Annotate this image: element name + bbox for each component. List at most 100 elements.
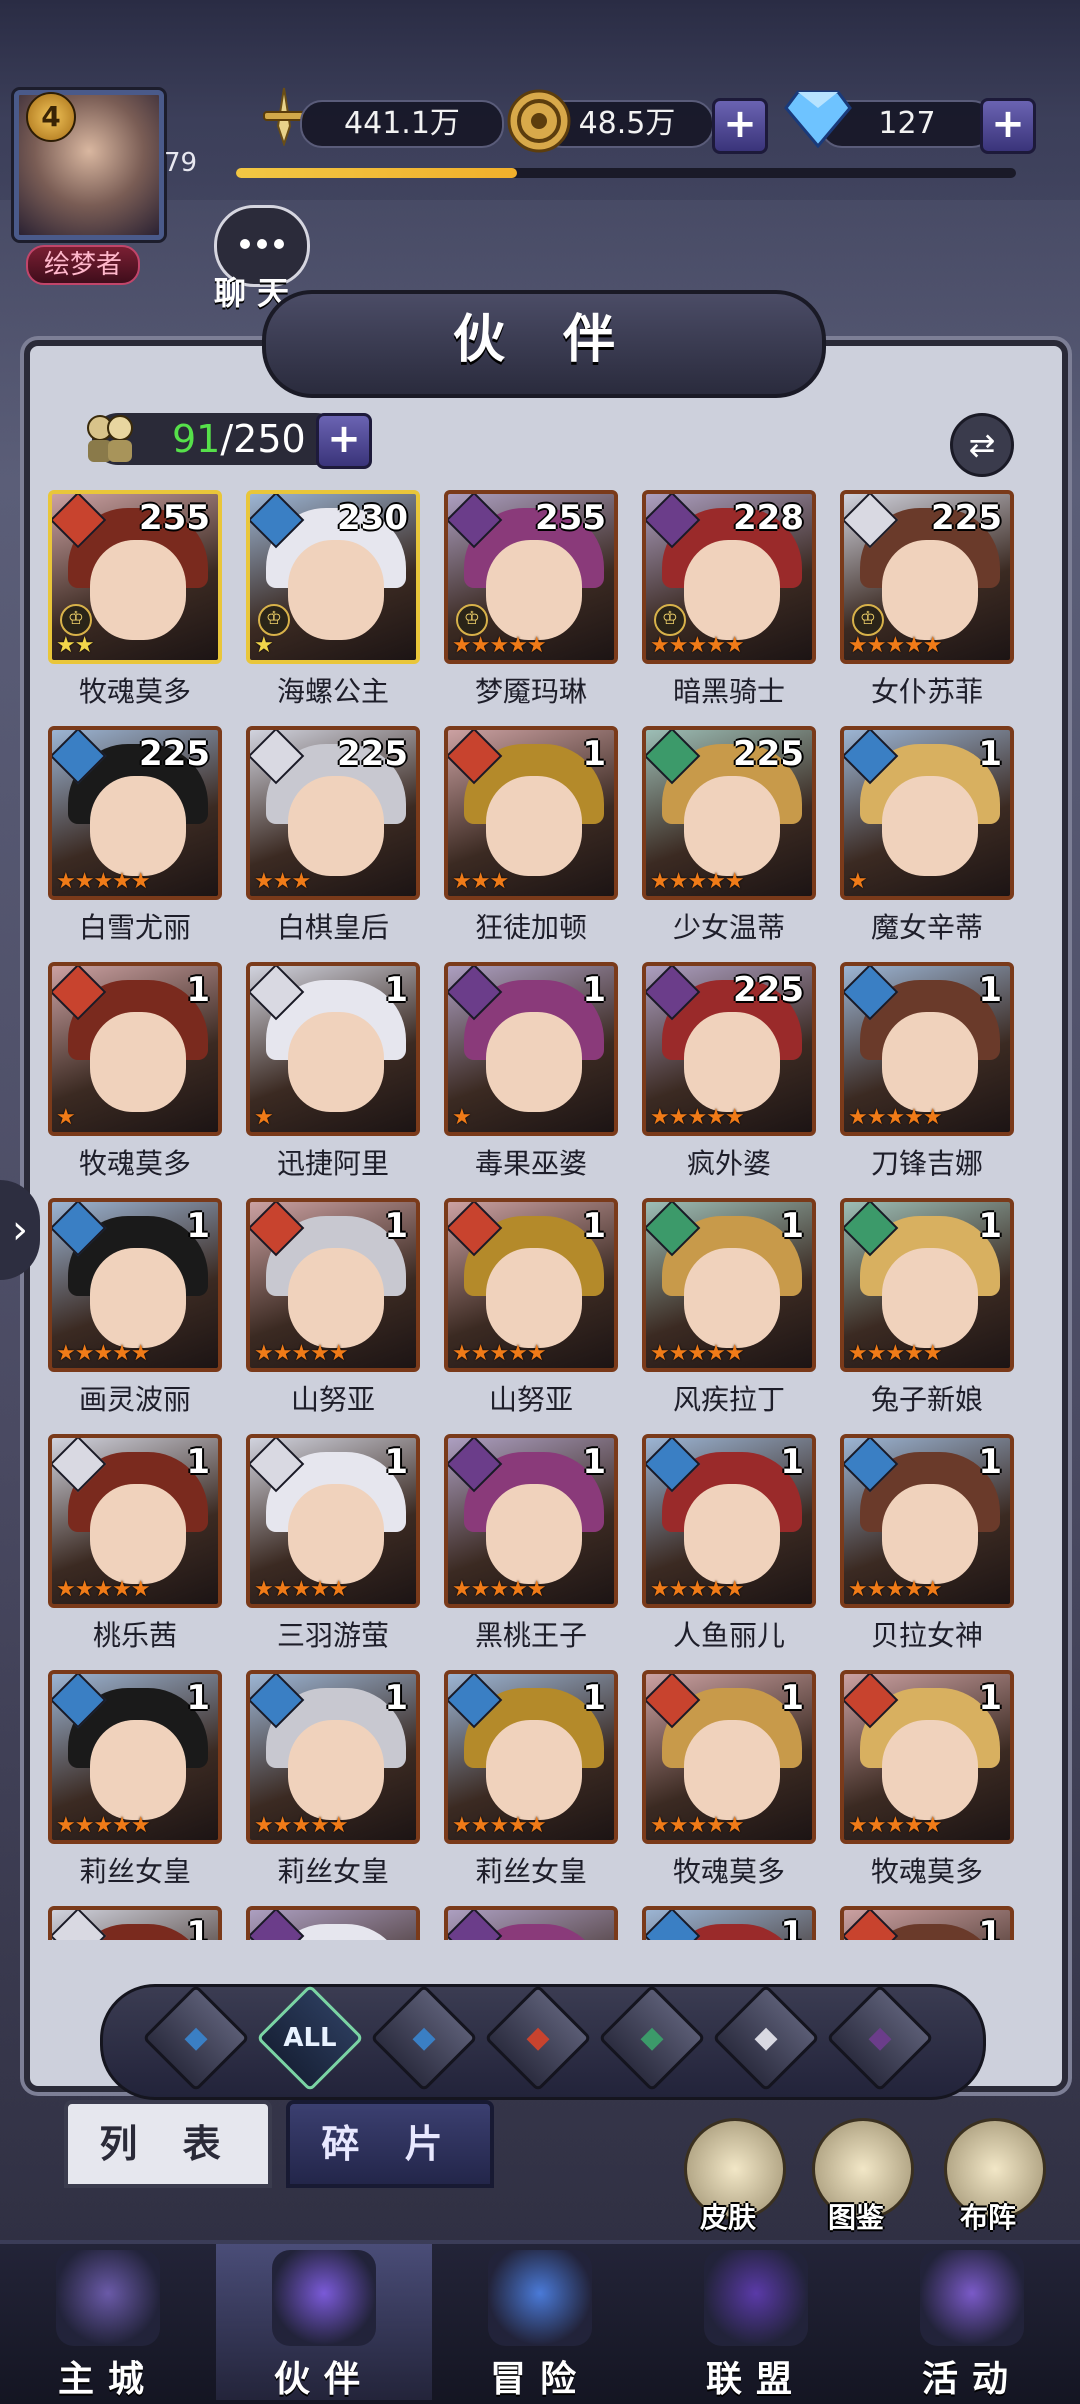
hero-card[interactable]: 1 ★★★★★ 山努亚 [444, 1198, 618, 1426]
hero-portrait: 1 ★★★★★ [48, 1198, 222, 1372]
hero-name: 莉丝女皇 [474, 1855, 587, 1888]
hero-card[interactable]: 1 ★★★★★ 三羽游萤 [246, 1434, 420, 1662]
tide-icon-glyph: ◆ [184, 2020, 208, 2055]
hero-name: 白雪尤丽 [78, 911, 191, 944]
hero-level: 1 [582, 1678, 606, 1718]
tab-list[interactable]: 列 表 [64, 2100, 272, 2188]
hero-card[interactable]: 1 [642, 1906, 816, 1940]
hero-level: 225 [139, 734, 210, 774]
hero-card[interactable]: 1 ★★★★★ 山努亚 [246, 1198, 420, 1426]
nav-alliance[interactable]: 联盟 [648, 2244, 864, 2400]
hero-card[interactable]: 230 ♔ ★ 海螺公主 [246, 490, 420, 718]
tab-fragments[interactable]: 碎 片 [286, 2100, 494, 2188]
hero-portrait: 1 ★★★★★ [444, 1434, 618, 1608]
hero-card[interactable]: 1 ★ 毒果巫婆 [444, 962, 618, 1190]
hero-face-art [486, 540, 582, 640]
hero-card[interactable]: 1 ★★★★★ 莉丝女皇 [444, 1670, 618, 1898]
hero-level: 1 [582, 734, 606, 774]
diamond-add-button[interactable]: + [980, 98, 1036, 154]
hero-level: 1 [186, 1678, 210, 1718]
hero-stars: ★★★★★ [56, 1341, 151, 1366]
hero-stars: ★ [56, 1105, 76, 1130]
hero-name: 画灵波丽 [78, 1383, 191, 1416]
hero-level: 225 [733, 734, 804, 774]
hero-card[interactable]: 225 ♔ ★★★★★ 女仆苏菲 [840, 490, 1014, 718]
nav-main-city[interactable]: 主城 [0, 2244, 216, 2400]
hero-card[interactable]: 1 ★★★★★ 风疾拉丁 [642, 1198, 816, 1426]
nav-label: 冒险 [489, 2358, 590, 2400]
hero-card[interactable]: 255 ♔ ★★★★★ 梦魇玛琳 [444, 490, 618, 718]
nav-partners[interactable]: 伙伴 [216, 2244, 432, 2400]
hero-card[interactable]: 1 [48, 1906, 222, 1940]
hero-portrait: 1 ★★★★★ [642, 1198, 816, 1372]
hero-card[interactable]: 1 ★★★★★ 莉丝女皇 [48, 1670, 222, 1898]
hero-card[interactable]: 255 ♔ ★★ 牧魂莫多 [48, 490, 222, 718]
hero-face-art [288, 1720, 384, 1820]
hero-face-art [882, 1248, 978, 1348]
hero-card[interactable]: 1 ★★★ 狂徒加顿 [444, 726, 618, 954]
hero-stars: ★★★★★ [848, 633, 943, 658]
nav-adventure[interactable]: 冒险 [432, 2244, 648, 2400]
hero-portrait: 225 ★★★★★ [642, 962, 816, 1136]
hero-face-art [882, 1484, 978, 1584]
hero-level: 1 [978, 1914, 1002, 1940]
hero-card[interactable]: 1 [840, 1906, 1014, 1940]
hero-stars: ★★★ [452, 869, 509, 894]
expand-capacity-button[interactable]: + [316, 413, 372, 469]
hero-face-art [90, 540, 186, 640]
water-element-icon [646, 1910, 701, 1940]
hero-name: 魔女辛蒂 [870, 911, 983, 944]
hero-name: 贝拉女神 [870, 1619, 983, 1652]
nav-label: 伙伴 [273, 2358, 374, 2400]
hero-card[interactable]: 1 ★★★★★ 人鱼丽儿 [642, 1434, 816, 1662]
hero-level: 255 [535, 498, 606, 538]
hero-stars: ★★★★★ [452, 1577, 547, 1602]
crown-badge-icon: ♔ [258, 604, 290, 636]
hero-level: 1 [978, 970, 1002, 1010]
hero-card[interactable]: 1 ★ 牧魂莫多 [48, 962, 222, 1190]
hero-card[interactable]: 1 ★★★★★ 兔子新娘 [840, 1198, 1014, 1426]
hero-stars: ★★★★★ [452, 1341, 547, 1366]
hero-card[interactable]: 225 ★★★ 白棋皇后 [246, 726, 420, 954]
hero-portrait: 1 ★★★ [444, 726, 618, 900]
sort-toggle-button[interactable]: ⇄ [950, 413, 1014, 477]
hero-stars: ★★★★★ [254, 1577, 349, 1602]
hero-card[interactable]: 1 ★ 迅捷阿里 [246, 962, 420, 1190]
hero-name: 桃乐茜 [92, 1619, 177, 1652]
hero-name: 山努亚 [290, 1383, 375, 1416]
gold-add-button[interactable]: + [712, 98, 768, 154]
hero-stars: ★★★★★ [56, 1577, 151, 1602]
formation-label: 布阵 [960, 2201, 1017, 2234]
hero-stars: ★★★★★ [650, 1105, 745, 1130]
hero-portrait: 1 ★★★★★ [246, 1198, 420, 1372]
hero-card[interactable] [246, 1906, 420, 1940]
hero-portrait: 1 ★ [48, 962, 222, 1136]
hero-stars: ★★★★★ [650, 1341, 745, 1366]
hero-card[interactable]: 1 ★★★★★ 牧魂莫多 [642, 1670, 816, 1898]
hero-portrait: 225 ★★★ [246, 726, 420, 900]
hero-card[interactable]: 225 ★★★★★ 少女温蒂 [642, 726, 816, 954]
hero-card[interactable]: 1 ★★★★★ 牧魂莫多 [840, 1670, 1014, 1898]
hero-level: 1 [384, 1442, 408, 1482]
hero-card[interactable]: 225 ★★★★★ 疯外婆 [642, 962, 816, 1190]
hero-stars: ★ [848, 869, 868, 894]
hero-card[interactable]: 1 ★★★★★ 刀锋吉娜 [840, 962, 1014, 1190]
nav-activity[interactable]: 活动 [864, 2244, 1080, 2400]
hero-name: 迅捷阿里 [276, 1147, 389, 1180]
hero-card[interactable]: 1 ★★★★★ 莉丝女皇 [246, 1670, 420, 1898]
hero-card[interactable] [444, 1906, 618, 1940]
hero-card[interactable]: 1 ★★★★★ 画灵波丽 [48, 1198, 222, 1426]
hero-card[interactable]: 228 ♔ ★★★★★ 暗黑骑士 [642, 490, 816, 718]
player-title-badge[interactable]: 绘梦者 [26, 245, 140, 285]
hero-card[interactable]: 1 ★★★★★ 贝拉女神 [840, 1434, 1014, 1662]
hero-face-art [486, 1484, 582, 1584]
hero-card[interactable]: 1 ★★★★★ 黑桃王子 [444, 1434, 618, 1662]
fire-element-icon [844, 1910, 899, 1940]
hero-card[interactable]: 1 ★★★★★ 桃乐茜 [48, 1434, 222, 1662]
power-value: 441.1万 [300, 100, 504, 148]
hero-level: 230 [337, 498, 408, 538]
hero-name: 少女温蒂 [672, 911, 785, 944]
hero-stars: ★★ [56, 633, 94, 658]
hero-card[interactable]: 1 ★ 魔女辛蒂 [840, 726, 1014, 954]
hero-card[interactable]: 225 ★★★★★ 白雪尤丽 [48, 726, 222, 954]
